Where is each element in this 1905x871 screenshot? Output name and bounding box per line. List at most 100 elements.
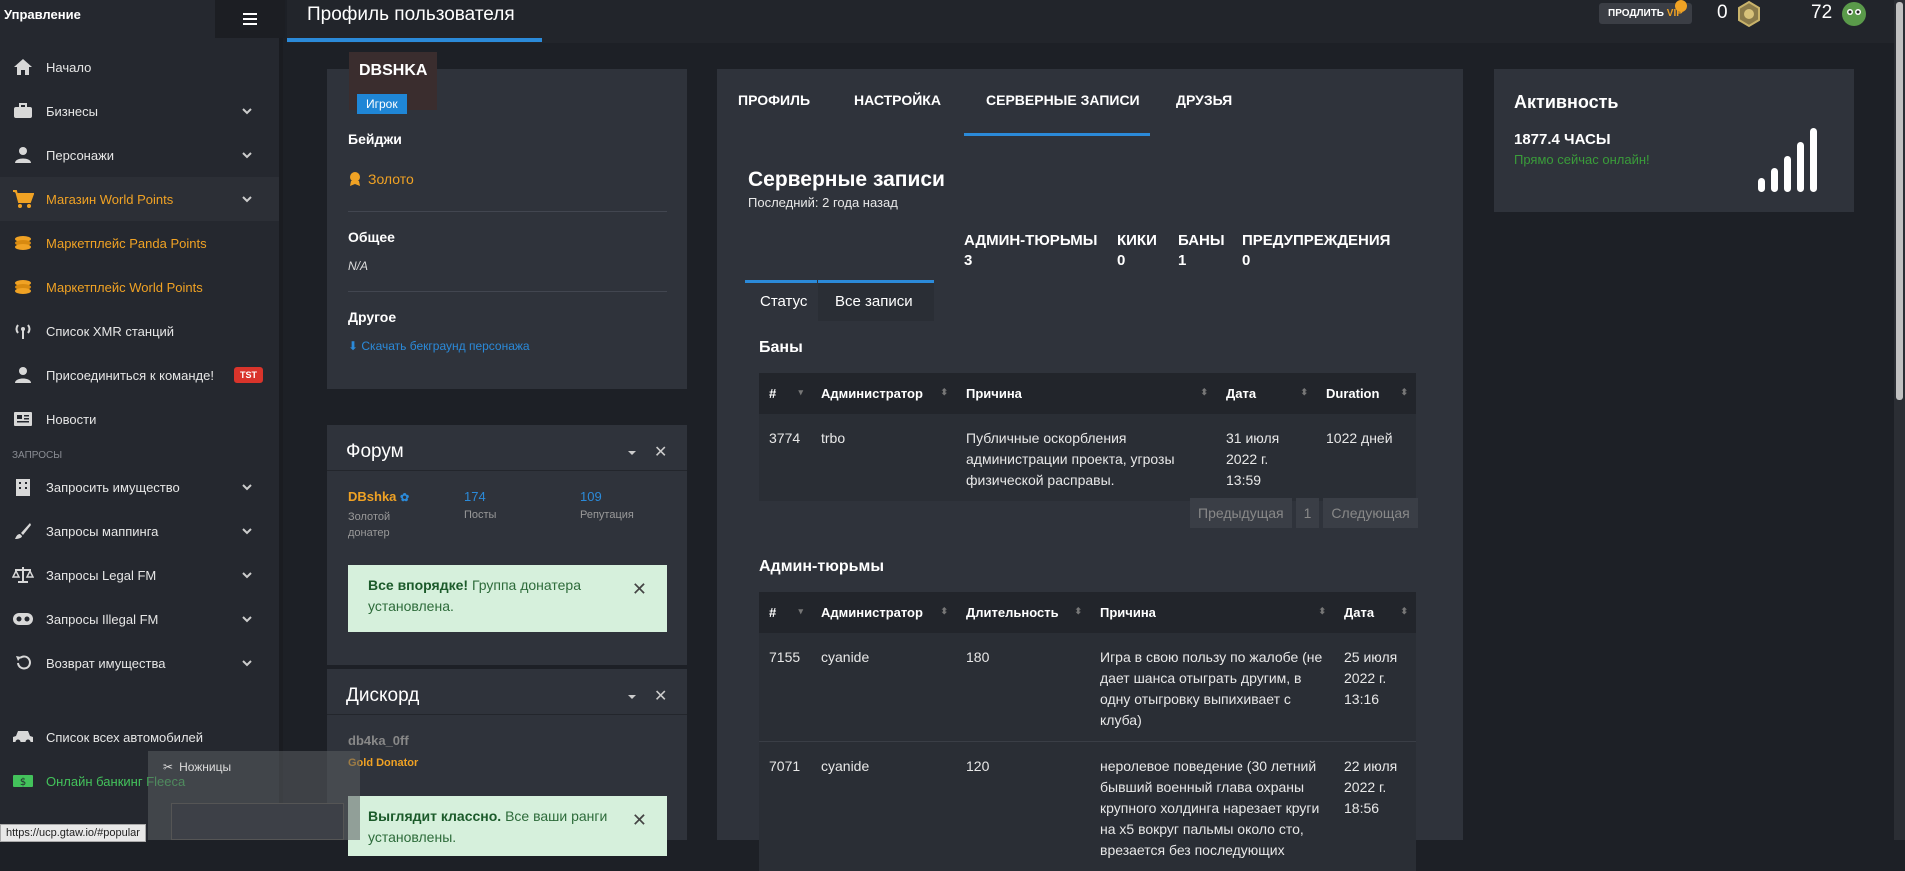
- caret-down-icon[interactable]: [626, 448, 638, 458]
- table-row: 3774 trbo Публичные оскорбления админист…: [759, 414, 1416, 501]
- next-page-button[interactable]: Следующая: [1323, 498, 1417, 528]
- tab-server-records[interactable]: СЕРВЕРНЫЕ ЗАПИСИ: [986, 92, 1140, 108]
- cart-icon: [12, 188, 34, 210]
- col-admin[interactable]: Администратор⬍: [811, 592, 956, 633]
- col-reason-label: Причина: [1100, 605, 1156, 620]
- col-id[interactable]: #▾: [759, 373, 811, 414]
- signal-bar: [1758, 178, 1765, 192]
- stat-value: 0: [1242, 251, 1390, 271]
- sort-icon: ⬍: [1074, 606, 1082, 617]
- chevron-down-icon: [241, 193, 253, 205]
- topbar: Профиль пользователя ПРОДЛИТЬ VIP 0 72: [287, 0, 1897, 43]
- sidebar-item-illegal-fm[interactable]: Запросы Illegal FM: [0, 597, 279, 641]
- close-icon[interactable]: ✕: [632, 579, 647, 600]
- sidebar-item-panda-marketplace[interactable]: Маркетплейс Panda Points: [0, 221, 279, 265]
- sidebar-item-label: Возврат имущества: [46, 656, 241, 671]
- sidebar-item-label: Список всех автомобилей: [46, 730, 279, 745]
- cell-id: 7071: [759, 742, 811, 871]
- snipping-tool-text: Ножницы: [179, 760, 231, 774]
- stat-warnings: ПРЕДУПРЕЖДЕНИЯ0: [1242, 231, 1390, 271]
- sidebar-item-world-points-shop[interactable]: Магазин World Points: [0, 177, 279, 221]
- subtab-underline: [745, 280, 817, 283]
- subtab-all-records[interactable]: Все записи: [835, 293, 913, 310]
- col-id-label: #: [769, 605, 776, 620]
- close-icon[interactable]: ✕: [632, 810, 647, 831]
- sort-icon: ⬍: [1400, 606, 1408, 617]
- sort-icon: ▾: [798, 387, 803, 398]
- cell-date: 25 июля 2022 г. 13:16: [1334, 633, 1416, 742]
- cell-admin: cyanide: [811, 742, 956, 871]
- sort-icon: ⬍: [1300, 387, 1308, 398]
- general-value: N/A: [348, 259, 368, 273]
- vip-notification-badge: [1675, 0, 1687, 12]
- forum-title: Форум: [346, 441, 404, 463]
- tab-profile[interactable]: ПРОФИЛЬ: [738, 92, 810, 108]
- avatar-icon[interactable]: [1840, 0, 1868, 28]
- sidebar-item-characters[interactable]: Персонажи: [0, 133, 279, 177]
- sidebar-item-join-team[interactable]: Присоединиться к команде! TST: [0, 353, 279, 397]
- snipping-thumbnail[interactable]: [171, 803, 344, 840]
- svg-text:$: $: [20, 777, 26, 788]
- prev-page-button[interactable]: Предыдущая: [1190, 498, 1292, 528]
- col-reason[interactable]: Причина⬍: [956, 373, 1216, 414]
- tab-settings[interactable]: НАСТРОЙКА: [854, 92, 941, 108]
- rank-badge-icon[interactable]: [1735, 0, 1763, 28]
- col-id[interactable]: #▾: [759, 592, 811, 633]
- subtab-status[interactable]: Статус: [760, 293, 807, 310]
- sidebar-item-legal-fm[interactable]: Запросы Legal FM: [0, 553, 279, 597]
- sidebar-item-label: Маркетплейс Panda Points: [46, 236, 279, 251]
- stat-bans: БАНЫ1: [1178, 231, 1225, 271]
- forum-user-name[interactable]: DBshka ✿: [348, 489, 409, 504]
- stat-value: 1: [1178, 251, 1225, 271]
- user-plus-icon: [12, 364, 34, 386]
- col-reason[interactable]: Причина ⬍: [1090, 592, 1334, 633]
- sidebar-item-property-return[interactable]: Возврат имущества: [0, 641, 279, 685]
- cell-duration: 120: [956, 742, 1090, 871]
- download-link-label: Скачать бекграунд персонажа: [361, 339, 529, 353]
- tab-friends[interactable]: ДРУЗЬЯ: [1176, 92, 1232, 108]
- col-duration-label: Длительность: [966, 605, 1059, 620]
- cell-reason: Публичные оскорбления администрации прое…: [956, 414, 1216, 501]
- sidebar-item-xmr-stations[interactable]: Список XMR станций: [0, 309, 279, 353]
- discord-title: Дискорд: [346, 685, 419, 707]
- level-counter: 72: [1811, 2, 1832, 24]
- col-duration[interactable]: Длительность ⬍: [956, 592, 1090, 633]
- close-icon[interactable]: ✕: [654, 442, 667, 462]
- sidebar-item-home[interactable]: Начало: [0, 45, 279, 89]
- download-background-link[interactable]: ⬇ Скачать бекграунд персонажа: [348, 339, 530, 353]
- alert-bold: Выглядит классно.: [368, 808, 501, 824]
- col-date[interactable]: Дата⬍: [1216, 373, 1316, 414]
- records-title: Серверные записи: [748, 168, 945, 192]
- sidebar-item-request-property[interactable]: Запросить имущество: [0, 465, 279, 509]
- caret-down-icon[interactable]: [626, 692, 638, 702]
- cell-date: 31 июля 2022 г. 13:59: [1216, 414, 1316, 501]
- sidebar-item-news[interactable]: Новости: [0, 397, 279, 441]
- verified-icon: ✿: [400, 492, 409, 504]
- col-admin[interactable]: Администратор⬍: [811, 373, 956, 414]
- forum-alert: Все впорядке! Группа донатера установлен…: [348, 565, 667, 632]
- col-date[interactable]: Дата ⬍: [1334, 592, 1416, 633]
- menu-toggle-button[interactable]: [215, 0, 285, 38]
- cell-date: 22 июля 2022 г. 18:56: [1334, 742, 1416, 871]
- table-row: 7071 cyanide 120 неролевое поведение (30…: [759, 742, 1416, 871]
- stat-label: БАНЫ: [1178, 231, 1225, 251]
- col-duration[interactable]: Duration⬍: [1316, 373, 1416, 414]
- page-1-button[interactable]: 1: [1296, 498, 1320, 528]
- bans-table: #▾ Администратор⬍ Причина⬍ Дата⬍ Duratio…: [759, 373, 1416, 501]
- col-date-label: Дата: [1344, 605, 1374, 620]
- sidebar-item-businesses[interactable]: Бизнесы: [0, 89, 279, 133]
- sidebar-item-label: Присоединиться к команде!: [46, 368, 234, 383]
- close-icon[interactable]: ✕: [654, 686, 667, 706]
- scrollbar-thumb[interactable]: [1896, 2, 1903, 400]
- rep-label: Репутация: [580, 509, 634, 521]
- sidebar-item-world-marketplace[interactable]: Маркетплейс World Points: [0, 265, 279, 309]
- sidebar-item-mapping-requests[interactable]: Запросы маппинга: [0, 509, 279, 553]
- gold-badge: Золото: [348, 171, 414, 187]
- sort-icon: ⬍: [1318, 606, 1326, 617]
- other-heading: Другое: [348, 309, 396, 325]
- stat-label: КИКИ: [1117, 231, 1157, 251]
- divider: [327, 714, 687, 715]
- stat-kicks: КИКИ0: [1117, 231, 1157, 271]
- sidebar-item-label: Запросы маппинга: [46, 524, 241, 539]
- jails-heading: Админ-тюрьмы: [759, 558, 884, 576]
